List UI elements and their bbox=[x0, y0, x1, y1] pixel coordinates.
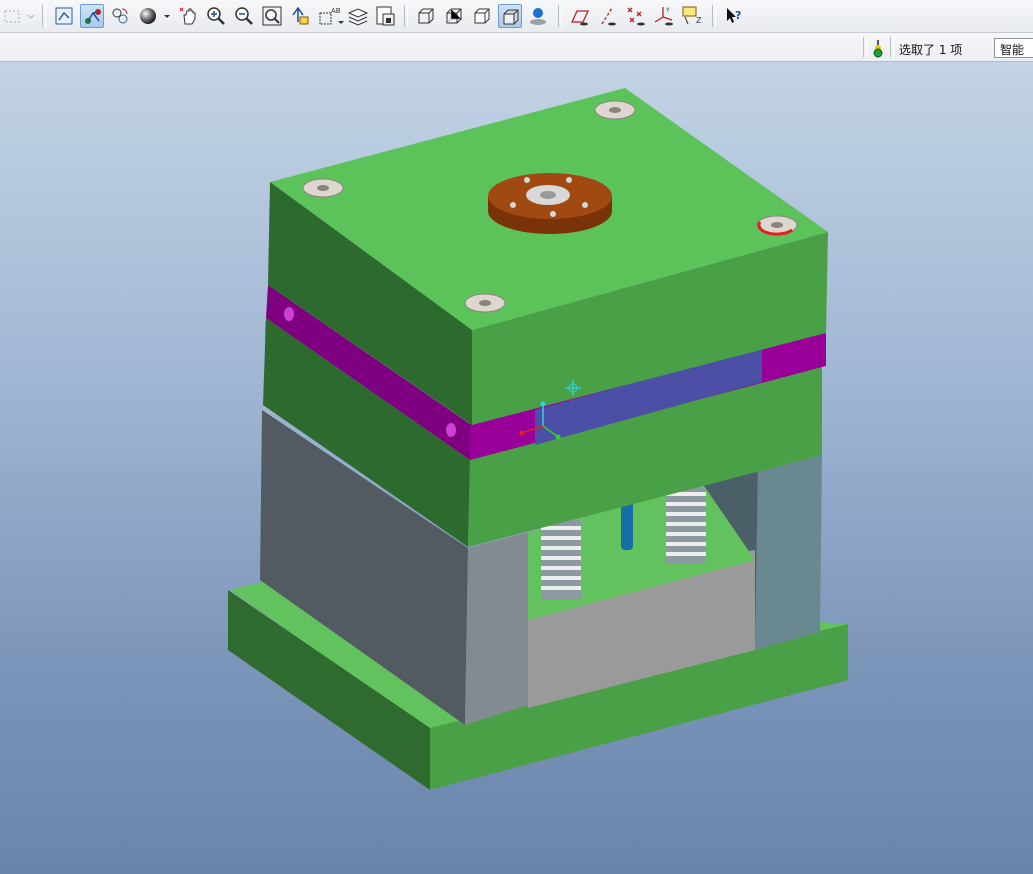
toolbar-separator bbox=[712, 5, 716, 27]
svg-text:Y: Y bbox=[665, 7, 670, 14]
toolbar-separator bbox=[558, 5, 562, 27]
datum-axes-icon[interactable] bbox=[596, 4, 620, 28]
zoom-in-icon[interactable] bbox=[204, 4, 228, 28]
select-box-icon[interactable] bbox=[2, 4, 36, 28]
support-block-left-front bbox=[465, 532, 530, 725]
no-hidden-icon[interactable] bbox=[470, 4, 494, 28]
traffic-light-icon[interactable] bbox=[870, 38, 886, 58]
toolbar-separator bbox=[42, 5, 46, 27]
mold-model bbox=[228, 88, 848, 790]
selection-count: 选取了 1 项 bbox=[899, 43, 963, 57]
enhanced-realism-icon[interactable] bbox=[526, 4, 550, 28]
return-spring-left bbox=[541, 520, 581, 600]
saved-views-icon[interactable]: AB bbox=[316, 4, 346, 28]
orient-mode-icon[interactable] bbox=[108, 4, 132, 28]
cap-screw bbox=[302, 178, 344, 198]
graphics-viewport[interactable] bbox=[0, 62, 1033, 874]
hidden-line-icon[interactable] bbox=[442, 4, 466, 28]
bolt-hole bbox=[284, 307, 294, 321]
svg-text:?: ? bbox=[735, 9, 741, 22]
layers-icon[interactable] bbox=[346, 4, 370, 28]
cap-screw bbox=[594, 100, 636, 120]
status-separator bbox=[863, 37, 867, 57]
cap-screw bbox=[464, 293, 506, 313]
status-bar: 选取了 1 项 智能 bbox=[0, 33, 1033, 62]
status-separator bbox=[890, 37, 894, 57]
svg-text:Z: Z bbox=[696, 16, 702, 25]
model-tree-icon[interactable] bbox=[374, 4, 398, 28]
toolbar-separator bbox=[404, 5, 408, 27]
spin-center-icon[interactable] bbox=[80, 4, 104, 28]
support-block-right-front bbox=[755, 455, 822, 650]
datum-planes-icon[interactable] bbox=[568, 4, 592, 28]
svg-text:AB: AB bbox=[331, 7, 341, 15]
pan-icon[interactable] bbox=[177, 4, 201, 28]
datum-points-icon[interactable] bbox=[624, 4, 648, 28]
wireframe-icon[interactable] bbox=[414, 4, 438, 28]
refit-icon[interactable] bbox=[260, 4, 284, 28]
context-help-icon[interactable]: ? bbox=[722, 4, 746, 28]
zoom-out-icon[interactable] bbox=[232, 4, 256, 28]
bolt-hole bbox=[446, 423, 456, 437]
locating-ring bbox=[488, 173, 612, 234]
redraw-icon[interactable] bbox=[52, 4, 76, 28]
shading-icon[interactable] bbox=[498, 4, 522, 28]
selection-filter-select[interactable]: 智能 bbox=[994, 38, 1033, 58]
return-spring-right bbox=[666, 488, 706, 564]
main-toolbar: AB Y Z ? bbox=[0, 0, 1033, 33]
reorient-icon[interactable] bbox=[288, 4, 312, 28]
sphere-shading-icon[interactable] bbox=[136, 4, 172, 28]
coordinate-systems-icon[interactable]: Y bbox=[652, 4, 676, 28]
annotations-icon[interactable]: Z bbox=[680, 4, 704, 28]
